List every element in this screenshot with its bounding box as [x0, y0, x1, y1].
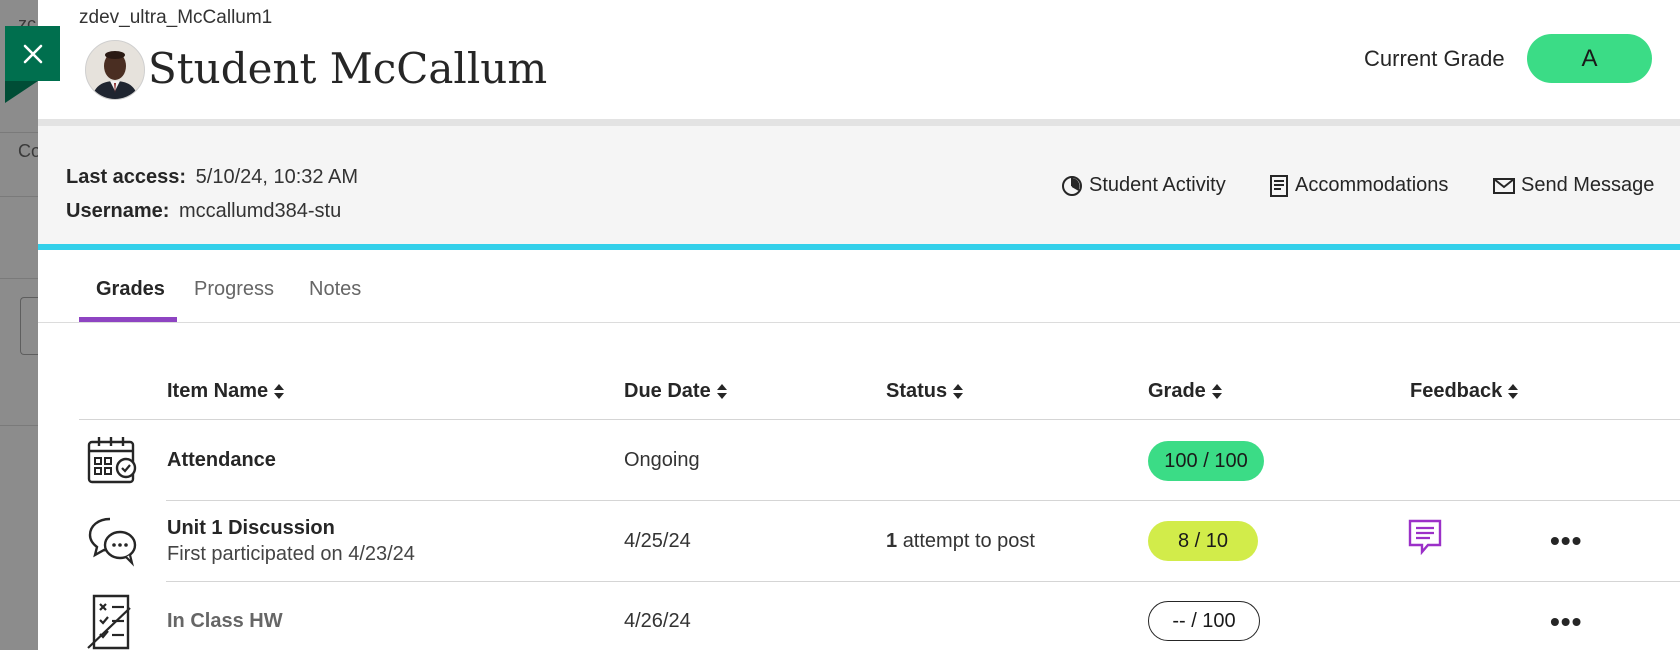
item-title[interactable]: Unit 1 Discussion: [167, 517, 335, 540]
student-activity-label: Student Activity: [1089, 174, 1226, 196]
background-divider: [0, 196, 38, 197]
column-grade-label: Grade: [1148, 380, 1206, 402]
due-date: Ongoing: [624, 449, 700, 471]
envelope-icon: [1493, 177, 1515, 194]
background-input: [20, 297, 39, 355]
document-icon: [1270, 174, 1288, 197]
column-due-date-label: Due Date: [624, 380, 711, 402]
accommodations-label: Accommodations: [1295, 174, 1449, 196]
username-value: mccallumd384-stu: [178, 200, 342, 222]
current-grade-pill[interactable]: A: [1527, 34, 1652, 83]
grade-pill[interactable]: 8 / 10: [1148, 521, 1258, 561]
avatar: [85, 40, 145, 100]
column-status-label: Status: [886, 380, 948, 402]
assignment-checklist-icon: [87, 594, 131, 650]
more-options-icon[interactable]: •••: [1550, 527, 1582, 555]
student-info-bar: Last access: 5/10/24, 10:32 AM Username:…: [38, 126, 1680, 250]
activity-icon: [1062, 175, 1082, 196]
column-grade[interactable]: Grade: [1148, 380, 1222, 403]
grade-value: 100 / 100: [1164, 449, 1248, 472]
student-overview-panel: zdev_ultra_McCallum1 Student McCallum Cu…: [38, 0, 1680, 650]
student-name: Student McCallum: [148, 44, 548, 93]
more-options-icon[interactable]: •••: [1550, 608, 1582, 636]
current-grade-label: Current Grade: [1364, 46, 1505, 71]
table-header-divider: [79, 419, 1680, 420]
sort-icon: [1211, 383, 1222, 400]
accommodations-button[interactable]: Accommodations: [1269, 174, 1448, 197]
feedback-icon[interactable]: [1408, 519, 1442, 555]
avatar-image: [86, 41, 144, 99]
status-description: attempt to post: [902, 530, 1035, 552]
background-divider: [0, 278, 38, 279]
username-label: Username:: [66, 200, 170, 222]
username: Username: mccallumd384-stu: [66, 200, 341, 223]
sort-icon: [716, 383, 727, 400]
panel-header: zdev_ultra_McCallum1 Student McCallum Cu…: [38, 0, 1680, 126]
grade-value: 8 / 10: [1177, 529, 1229, 552]
attendance-calendar-icon: [87, 437, 137, 484]
tab-grades[interactable]: Grades: [96, 278, 165, 301]
sort-icon: [274, 383, 285, 400]
course-id: zdev_ultra_McCallum1: [79, 7, 273, 28]
last-access-label: Last access:: [66, 166, 187, 188]
due-date: 4/26/24: [624, 610, 691, 632]
column-due-date[interactable]: Due Date: [624, 380, 727, 403]
close-button[interactable]: [5, 26, 60, 81]
student-activity-button[interactable]: Student Activity: [1061, 174, 1226, 197]
background-divider: [0, 425, 38, 426]
send-message-label: Send Message: [1521, 174, 1655, 196]
tab-progress[interactable]: Progress: [194, 278, 274, 301]
item-title[interactable]: In Class HW: [167, 610, 283, 633]
grade-value: -- / 100: [1172, 609, 1236, 632]
column-feedback[interactable]: Feedback: [1410, 380, 1519, 403]
last-access: Last access: 5/10/24, 10:32 AM: [66, 166, 358, 189]
grade-pill[interactable]: 100 / 100: [1148, 441, 1264, 481]
discussion-icon: [88, 517, 137, 567]
last-access-value: 5/10/24, 10:32 AM: [195, 166, 358, 188]
tab-bar: Grades Progress Notes: [38, 250, 1680, 323]
sort-icon: [1508, 383, 1519, 400]
close-icon: [23, 44, 42, 63]
tab-notes[interactable]: Notes: [309, 278, 361, 301]
sort-icon: [953, 383, 964, 400]
status-count: 1: [886, 530, 898, 552]
item-title[interactable]: Attendance: [167, 449, 276, 472]
status-text: 1 attempt to post: [886, 530, 1035, 553]
column-item-name[interactable]: Item Name: [167, 380, 285, 403]
active-tab-indicator: [79, 317, 177, 322]
row-divider: [166, 581, 1680, 582]
grade-pill[interactable]: -- / 100: [1148, 601, 1260, 641]
close-button-tail: [5, 81, 38, 103]
column-status[interactable]: Status: [886, 380, 964, 403]
row-divider: [166, 500, 1680, 501]
send-message-button[interactable]: Send Message: [1493, 174, 1654, 197]
due-date: 4/25/24: [624, 530, 691, 552]
background-divider: [0, 132, 38, 133]
column-feedback-label: Feedback: [1410, 380, 1503, 402]
item-subtitle: First participated on 4/23/24: [167, 543, 415, 565]
column-item-name-label: Item Name: [167, 380, 269, 402]
